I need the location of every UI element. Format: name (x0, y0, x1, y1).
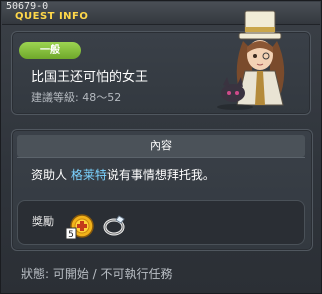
content-header: 內容 (17, 135, 305, 157)
quest-info-window: 50679-0 QUEST INFO 一般 比国王还可怕的女王 建議等級: 48… (0, 0, 322, 294)
desc-prefix: 资助人 (31, 168, 71, 182)
npc-name-link[interactable]: 格莱特 (71, 168, 107, 182)
quest-description: 资助人 格莱特说有事情想拜托我。 (31, 167, 215, 183)
coin-exp-icon[interactable]: 5 (65, 212, 95, 240)
quest-name: 比国王还可怕的女王 (31, 70, 149, 85)
svg-text:5: 5 (68, 230, 74, 240)
desc-suffix: 说有事情想拜托我。 (106, 168, 215, 182)
content-divider (17, 157, 305, 158)
level-requirement: 建議等級: 48～52 (31, 91, 122, 104)
window-title: QUEST INFO (15, 11, 89, 22)
npc-portrait (217, 10, 285, 110)
reward-box (17, 200, 305, 245)
quest-status: 狀態: 可開始 / 不可執行任務 (21, 267, 173, 281)
quest-category-badge: 一般 (19, 42, 81, 59)
reward-label: 獎勵 (32, 215, 54, 228)
ring-icon[interactable] (102, 213, 128, 237)
